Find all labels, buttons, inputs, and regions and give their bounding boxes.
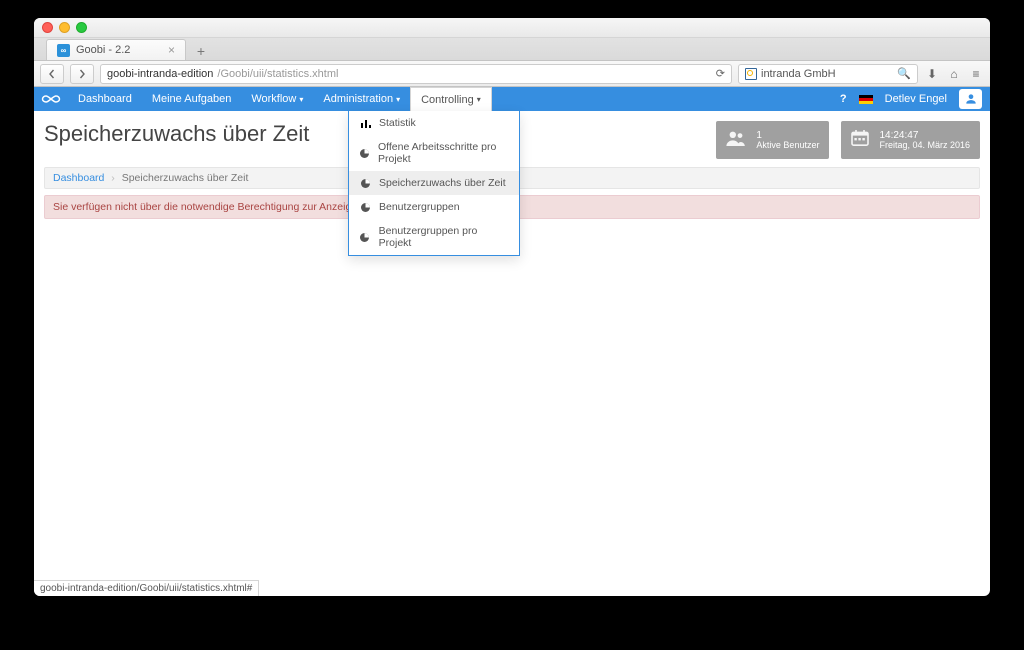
mac-titlebar [34, 18, 990, 38]
dropdown-item-statistik[interactable]: Statistik [349, 111, 519, 135]
tab-favicon: ∞ [57, 44, 70, 57]
search-value: intranda GmbH [761, 68, 836, 80]
status-bar: goobi-intranda-edition/Goobi/uii/statist… [34, 580, 259, 596]
dropdown-item-benutzergruppen[interactable]: Benutzergruppen [349, 195, 519, 219]
reload-icon[interactable]: ⟳ [716, 67, 725, 80]
help-icon[interactable]: ? [840, 93, 847, 105]
calendar-icon [851, 130, 869, 151]
bar-chart-icon [359, 117, 371, 129]
breadcrumb-separator: › [111, 172, 115, 184]
url-host: goobi-intranda-edition [107, 68, 213, 80]
chevron-down-icon: ▾ [477, 95, 481, 104]
nav-controlling[interactable]: Controlling▾ [410, 87, 492, 111]
nav-workflow[interactable]: Workflow▾ [241, 87, 313, 111]
pie-chart-icon [359, 177, 371, 189]
app-logo[interactable] [34, 87, 68, 111]
url-path: /Goobi/uii/statistics.xhtml [217, 68, 338, 80]
browser-window: ∞ Goobi - 2.2 × + goobi-intranda-edition… [34, 18, 990, 596]
close-tab-icon[interactable]: × [168, 43, 175, 57]
breadcrumb-root[interactable]: Dashboard [53, 172, 104, 184]
nav-administration[interactable]: Administration▾ [313, 87, 410, 111]
chevron-right-icon [77, 69, 87, 79]
pie-chart-icon [359, 201, 371, 213]
breadcrumb-current: Speicherzuwachs über Zeit [122, 172, 249, 184]
flag-de-icon[interactable] [859, 95, 873, 104]
nav-meine-aufgaben[interactable]: Meine Aufgaben [142, 87, 242, 111]
window-minimize-button[interactable] [59, 22, 70, 33]
home-icon[interactable]: ⌂ [946, 67, 962, 81]
nav-dashboard[interactable]: Dashboard [68, 87, 142, 111]
app-navbar: Dashboard Meine Aufgaben Workflow▾ Admin… [34, 87, 990, 111]
pie-chart-icon [359, 231, 371, 243]
search-engine-icon [745, 68, 757, 80]
download-icon[interactable]: ⬇ [924, 67, 940, 81]
menu-icon[interactable]: ≡ [968, 67, 984, 81]
browser-toolbar: goobi-intranda-edition/Goobi/uii/statist… [34, 61, 990, 87]
browser-tab[interactable]: ∞ Goobi - 2.2 × [46, 39, 186, 60]
chevron-down-icon: ▾ [299, 95, 303, 104]
user-icon [964, 92, 978, 106]
new-tab-button[interactable]: + [190, 42, 212, 60]
pie-chart-icon [359, 147, 370, 159]
active-users-card: 1 Aktive Benutzer [716, 121, 829, 159]
dropdown-item-benutzergruppen-projekt[interactable]: Benutzergruppen pro Projekt [349, 219, 519, 255]
active-users-label: Aktive Benutzer [756, 141, 819, 151]
window-close-button[interactable] [42, 22, 53, 33]
active-users-value: 1 [756, 130, 819, 141]
clock-value: 14:24:47 [879, 130, 970, 141]
tab-strip: ∞ Goobi - 2.2 × + [34, 38, 990, 61]
forward-button[interactable] [70, 64, 94, 84]
search-icon[interactable]: 🔍 [897, 67, 911, 80]
chevron-down-icon: ▾ [396, 95, 400, 104]
chevron-left-icon [47, 69, 57, 79]
infinity-icon [41, 92, 61, 106]
controlling-dropdown: Statistik Offene Arbeitsschritte pro Pro… [348, 111, 520, 256]
user-menu-button[interactable] [959, 89, 982, 109]
clock-card: 14:24:47 Freitag, 04. März 2016 [841, 121, 980, 159]
dropdown-item-offene-arbeitsschritte[interactable]: Offene Arbeitsschritte pro Projekt [349, 135, 519, 171]
window-zoom-button[interactable] [76, 22, 87, 33]
users-icon [726, 130, 746, 151]
dropdown-item-speicherzuwachs[interactable]: Speicherzuwachs über Zeit [349, 171, 519, 195]
url-bar[interactable]: goobi-intranda-edition/Goobi/uii/statist… [100, 64, 732, 84]
browser-search-field[interactable]: intranda GmbH 🔍 [738, 64, 918, 84]
clock-label: Freitag, 04. März 2016 [879, 141, 970, 151]
back-button[interactable] [40, 64, 64, 84]
user-name[interactable]: Detlev Engel [885, 93, 947, 105]
page-content: Dashboard Meine Aufgaben Workflow▾ Admin… [34, 87, 990, 596]
tab-title: Goobi - 2.2 [76, 44, 130, 56]
